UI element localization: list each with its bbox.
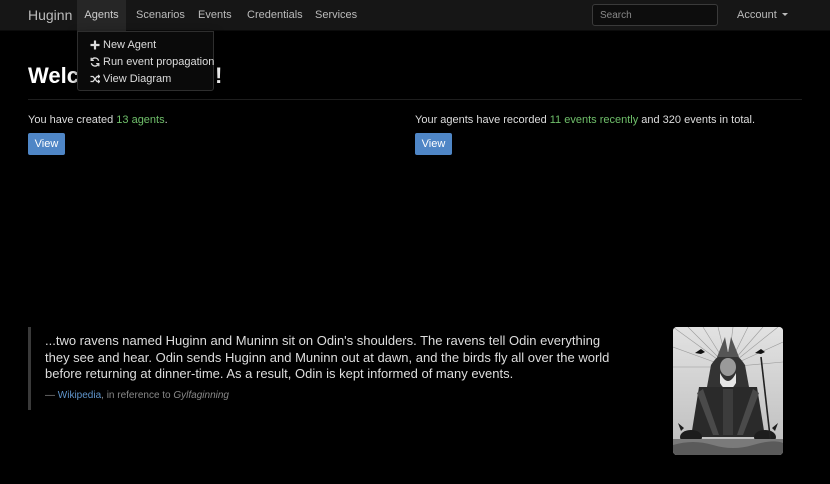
agents-count-link[interactable]: 13 agents <box>116 114 164 126</box>
menu-item-label: Run event propagation <box>103 56 215 68</box>
refresh-icon <box>90 57 100 67</box>
account-label: Account <box>737 9 777 21</box>
huginn-quote: ...two ravens named Huginn and Muninn si… <box>28 327 628 410</box>
menu-item-label: View Diagram <box>103 73 172 85</box>
brand-logo[interactable]: Huginn <box>28 7 72 23</box>
nav-credentials[interactable]: Credentials <box>247 0 303 31</box>
quote-source-mid: , in reference to <box>101 390 174 401</box>
section-divider <box>28 99 802 100</box>
nav-events[interactable]: Events <box>198 0 232 31</box>
recent-events-link[interactable]: 11 events recently <box>550 114 638 126</box>
agents-summary-suffix: . <box>164 114 168 126</box>
agents-summary-prefix: You have created <box>28 114 117 126</box>
nav-scenarios[interactable]: Scenarios <box>136 0 185 31</box>
quote-dash: — <box>45 390 58 401</box>
wikipedia-link[interactable]: Wikipedia <box>58 390 101 401</box>
events-summary: Your agents have recorded 11 events rece… <box>415 114 755 126</box>
odin-engraving-image <box>673 327 783 455</box>
events-summary-prefix: Your agents have recorded <box>415 114 550 126</box>
shuffle-icon <box>90 74 100 84</box>
agents-dropdown-menu: New Agent Run event propagation View Dia… <box>77 31 214 91</box>
plus-icon <box>90 40 100 50</box>
agents-summary: You have created 13 agents. <box>28 114 168 126</box>
nav-agents[interactable]: Agents <box>77 0 126 31</box>
view-agents-button[interactable]: View <box>28 133 65 155</box>
view-events-button[interactable]: View <box>415 133 452 155</box>
account-menu[interactable]: Account <box>737 0 788 31</box>
caret-down-icon <box>781 13 788 16</box>
page-title-start: Welc <box>28 63 79 88</box>
menu-item-label: New Agent <box>103 39 157 51</box>
quote-source-work: Gylfaginning <box>173 390 229 401</box>
events-summary-suffix: and 320 events in total. <box>638 114 756 126</box>
nav-services[interactable]: Services <box>315 0 357 31</box>
quote-source: — Wikipedia, in reference to Gylfaginnin… <box>45 390 229 401</box>
top-navbar: Huginn Agents Scenarios Events Credentia… <box>0 0 830 31</box>
page-title-end: ! <box>214 63 223 88</box>
search-input[interactable] <box>592 4 718 26</box>
quote-text: ...two ravens named Huginn and Muninn si… <box>45 333 610 381</box>
